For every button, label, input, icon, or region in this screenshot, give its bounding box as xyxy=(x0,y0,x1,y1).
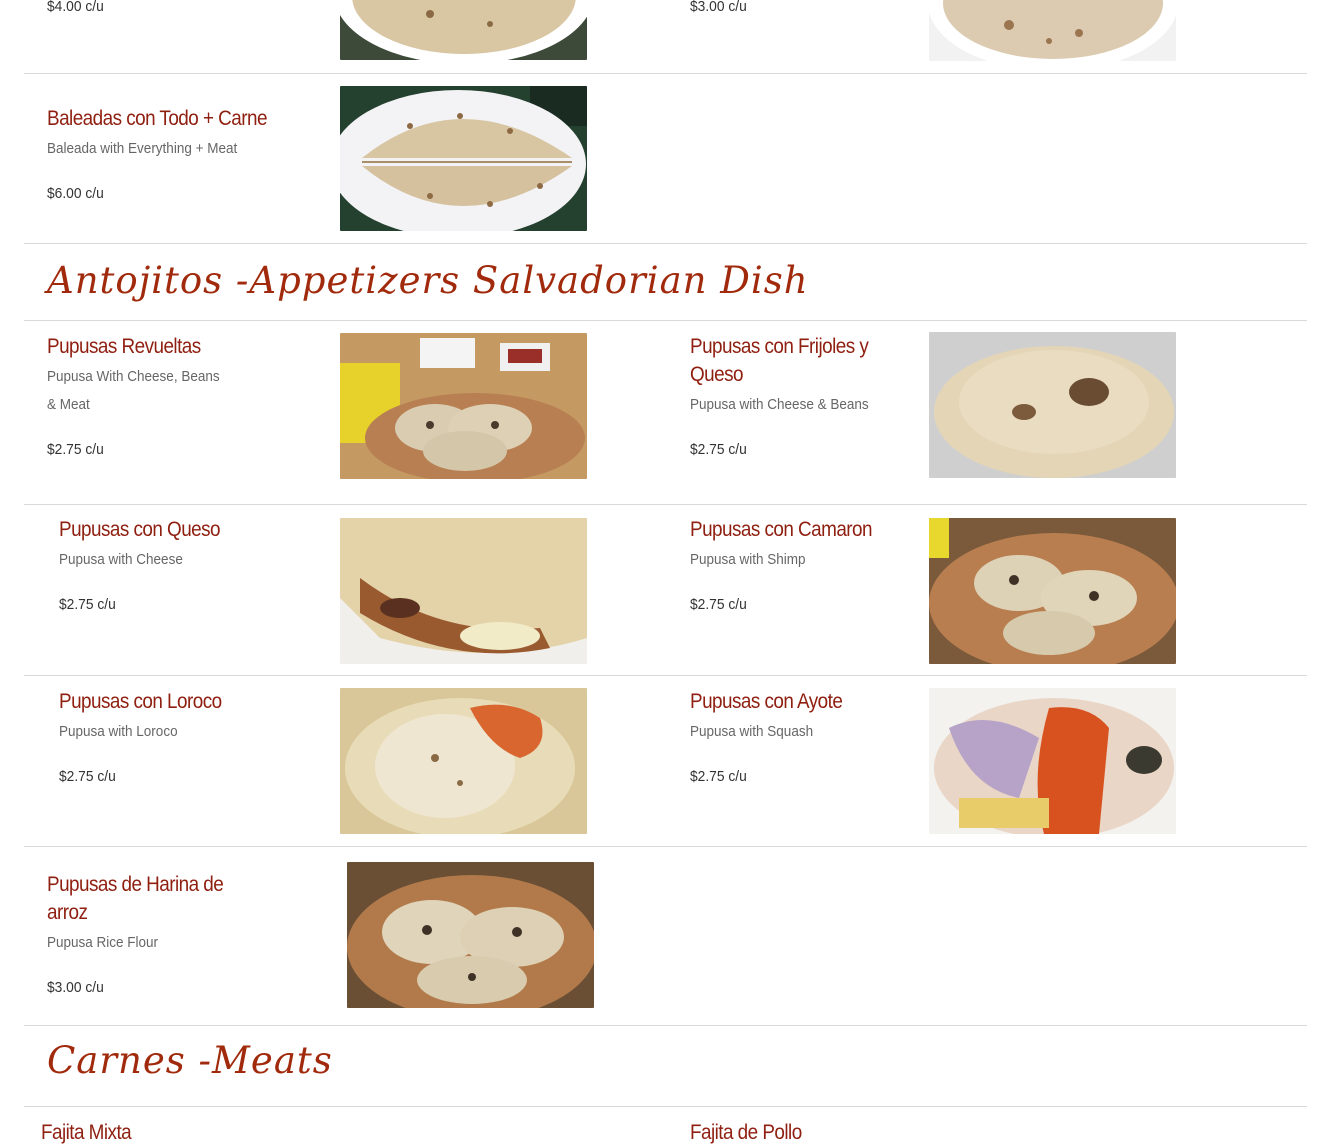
item-price: $2.75 c/u xyxy=(690,768,747,785)
item-name: Fajita Mixta xyxy=(41,1121,132,1144)
section-title-meats: Carnes -Meats xyxy=(47,1039,333,1082)
divider xyxy=(24,846,1307,847)
item-description: Pupusa With Cheese, Beans & Meat xyxy=(47,368,220,413)
item-price: $2.75 c/u xyxy=(47,441,104,458)
pupusa-photo xyxy=(347,862,594,1008)
item-description: Pupusa with Cheese xyxy=(59,551,183,568)
item-description: Baleada with Everything + Meat xyxy=(47,140,238,157)
item-price: $2.75 c/u xyxy=(690,596,747,613)
item-price: $4.00 c/u xyxy=(47,0,104,15)
divider xyxy=(24,1025,1307,1026)
pupusa-photo xyxy=(929,332,1176,478)
baleada-photo xyxy=(340,86,587,231)
pupusa-photo xyxy=(929,688,1176,834)
baleada-photo xyxy=(929,0,1176,61)
section-title-appetizers: Antojitos -Appetizers Salvadorian Dish xyxy=(47,259,809,302)
item-description: Pupusa with Loroco xyxy=(59,723,178,740)
divider xyxy=(24,675,1307,676)
divider xyxy=(24,320,1307,321)
divider xyxy=(24,243,1307,244)
item-name: Pupusas con Loroco xyxy=(59,690,222,713)
divider xyxy=(24,1106,1307,1107)
baleada-photo xyxy=(340,0,587,60)
item-description: Pupusa with Cheese & Beans xyxy=(690,396,869,413)
divider xyxy=(24,504,1307,505)
item-description: Pupusa with Squash xyxy=(690,723,814,740)
item-name: Pupusas de Harina de arroz xyxy=(47,873,224,924)
item-name: Fajita de Pollo xyxy=(690,1121,802,1144)
item-price: $2.75 c/u xyxy=(59,768,116,785)
item-price: $6.00 c/u xyxy=(47,185,104,202)
item-name: Pupusas con Frijoles y Queso xyxy=(690,335,869,386)
item-price: $2.75 c/u xyxy=(690,441,747,458)
pupusa-photo xyxy=(929,518,1176,664)
item-name: Pupusas Revueltas xyxy=(47,335,201,358)
item-name: Pupusas con Ayote xyxy=(690,690,843,713)
item-description: Pupusa with Shimp xyxy=(690,551,806,568)
item-name: Baleadas con Todo + Carne xyxy=(47,107,267,130)
item-price: $3.00 c/u xyxy=(47,979,104,996)
item-description: Pupusa Rice Flour xyxy=(47,934,159,951)
pupusa-photo xyxy=(340,518,587,664)
item-name: Pupusas con Camaron xyxy=(690,518,873,541)
pupusa-photo xyxy=(340,333,587,479)
pupusa-photo xyxy=(340,688,587,834)
item-name: Pupusas con Queso xyxy=(59,518,221,541)
item-price: $3.00 c/u xyxy=(690,0,747,15)
divider xyxy=(24,73,1307,74)
item-price: $2.75 c/u xyxy=(59,596,116,613)
